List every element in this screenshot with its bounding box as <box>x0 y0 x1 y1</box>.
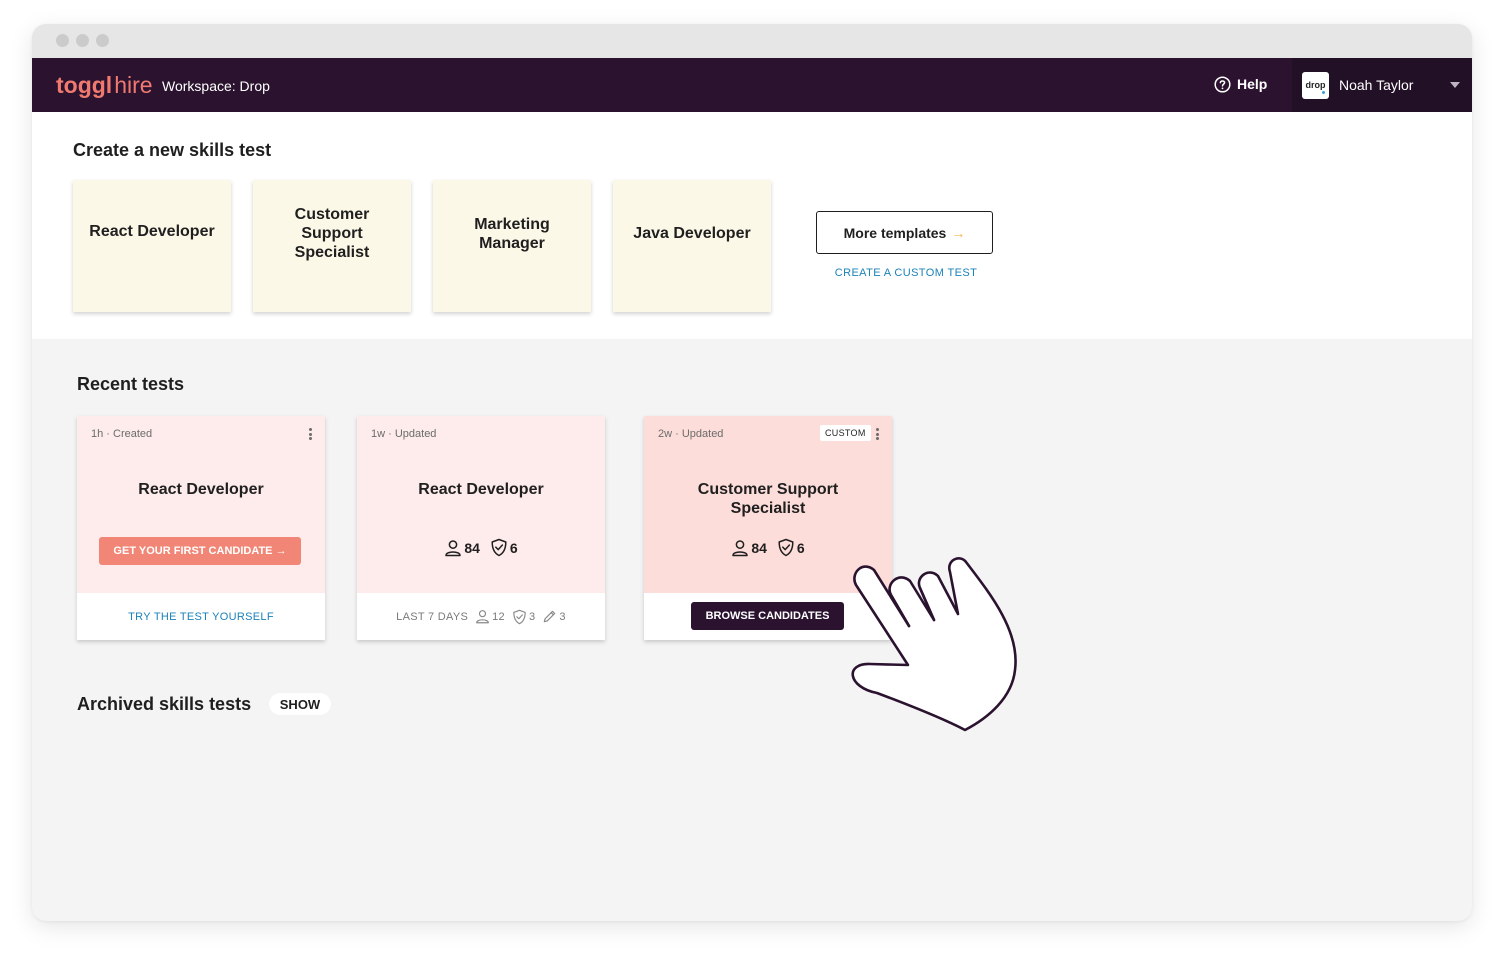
test-card-header: 1w · Updated React Developer 84 6 <box>357 416 605 593</box>
template-card-label: React Developer <box>89 223 215 240</box>
more-templates-label: More templates <box>843 224 947 241</box>
logo-wordmark-light: hire <box>114 72 153 98</box>
template-card-label: Java Developer <box>633 225 751 242</box>
test-card-stats: 84 6 <box>357 538 605 557</box>
help-label: Help <box>1237 76 1268 92</box>
person-icon <box>445 539 462 556</box>
recent-tests-title: Recent tests <box>77 374 185 394</box>
template-card-label: Marketing Manager <box>474 216 550 252</box>
archived-tests-title: Archived skills tests <box>77 694 252 714</box>
shield-check-icon <box>513 609 526 624</box>
passed-count: 6 <box>796 539 805 556</box>
get-first-candidate-button[interactable]: GET YOUR FIRST CANDIDATE → <box>99 537 301 565</box>
toggl-hire-logo[interactable]: togglhire <box>56 72 153 98</box>
test-card-meta: 2w · Updated <box>658 428 724 440</box>
test-card-meta: 1h · Created <box>91 428 153 440</box>
top-navigation-bar: togglhire Workspace: Drop Help drop Noah… <box>32 58 1472 112</box>
window-maximize-dot[interactable] <box>96 34 109 47</box>
shield-check-icon <box>778 538 794 557</box>
last-7-days-stats: LAST 7 DAYS 12 3 3 <box>357 593 605 640</box>
show-archived-button[interactable]: SHOW <box>269 693 331 715</box>
user-menu[interactable]: drop Noah Taylor <box>1292 58 1472 112</box>
last-7-days-label: LAST 7 DAYS <box>396 610 469 623</box>
person-icon <box>476 610 490 624</box>
logo-wordmark-bold: toggl <box>56 72 113 98</box>
create-section-title: Create a new skills test <box>73 140 272 160</box>
kebab-menu-icon[interactable] <box>876 428 879 440</box>
test-card-react-developer[interactable]: 1w · Updated React Developer 84 6 LAST 7… <box>357 416 605 640</box>
template-card-java-developer[interactable]: Java Developer <box>613 180 771 312</box>
person-icon <box>732 539 749 556</box>
candidates-stat: 84 <box>731 539 767 557</box>
test-card-meta: 1w · Updated <box>371 428 437 440</box>
workspace-avatar: drop <box>1302 71 1329 99</box>
test-card-title: React Developer <box>418 481 544 498</box>
template-card-customer-support-specialist[interactable]: Customer Support Specialist <box>253 180 411 312</box>
question-circle-icon <box>1214 75 1231 93</box>
template-card-marketing-manager[interactable]: Marketing Manager <box>433 180 591 312</box>
pencil-icon <box>544 610 556 623</box>
footer-candidates-stat: 12 <box>475 609 505 624</box>
browser-window: togglhire Workspace: Drop Help drop Noah… <box>32 24 1472 921</box>
test-card-react-developer-new[interactable]: 1h · Created React Developer GET YOUR FI… <box>77 416 325 640</box>
window-titlebar <box>32 24 1472 58</box>
create-test-section: Create a new skills test React Developer… <box>32 112 1472 339</box>
hand-pointer-icon <box>851 557 1017 732</box>
window-minimize-dot[interactable] <box>76 34 89 47</box>
try-test-yourself-link[interactable]: TRY THE TEST YOURSELF <box>77 593 325 640</box>
avatar-dot <box>1322 90 1325 94</box>
user-name: Noah Taylor <box>1339 77 1414 93</box>
candidates-count: 84 <box>464 539 480 556</box>
help-button[interactable]: Help <box>1214 74 1267 94</box>
custom-badge: CUSTOM <box>820 425 871 441</box>
create-custom-test-link[interactable]: CREATE A CUSTOM TEST <box>816 267 996 279</box>
footer-reviewed-count: 3 <box>559 610 566 623</box>
footer-reviewed-stat: 3 <box>542 609 566 624</box>
footer-candidates-count: 12 <box>492 610 505 623</box>
test-card-title: React Developer <box>138 481 264 498</box>
candidates-stat: 84 <box>444 539 480 557</box>
candidates-count: 84 <box>751 539 767 556</box>
footer-passed-count: 3 <box>528 610 536 623</box>
passed-stat: 6 <box>777 538 805 557</box>
workspace-label: Workspace: Drop <box>162 78 270 94</box>
test-card-title: Customer Support Specialist <box>697 481 839 517</box>
template-card-react-developer[interactable]: React Developer <box>73 180 231 312</box>
passed-count: 6 <box>509 539 518 556</box>
arrow-right-icon: → <box>951 224 966 241</box>
more-templates-button[interactable]: More templates → <box>816 211 993 254</box>
passed-stat: 6 <box>490 538 518 557</box>
caret-down-icon[interactable] <box>1450 82 1460 88</box>
window-close-dot[interactable] <box>56 34 69 47</box>
template-card-label: Customer Support Specialist <box>294 206 370 261</box>
test-card-header: 1h · Created React Developer GET YOUR FI… <box>77 416 325 593</box>
footer-passed-stat: 3 <box>512 609 535 625</box>
avatar-text: drop <box>1305 80 1326 90</box>
kebab-menu-icon[interactable] <box>309 428 312 440</box>
shield-check-icon <box>491 538 507 557</box>
